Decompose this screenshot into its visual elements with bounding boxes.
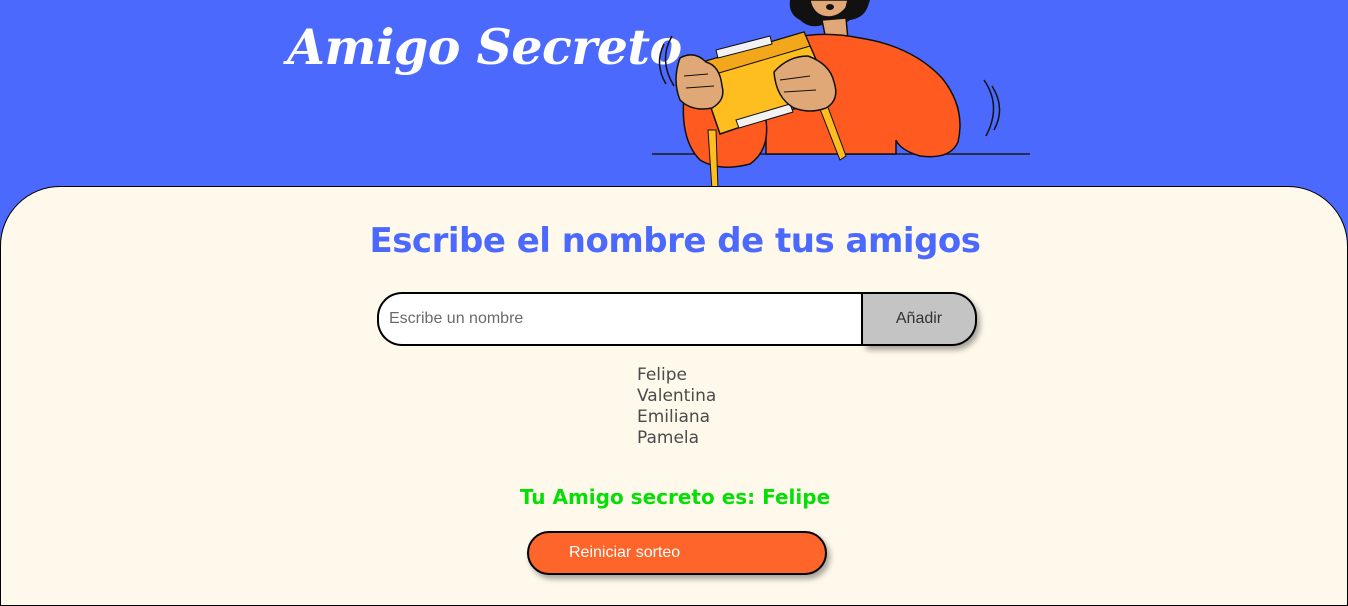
header: Amigo Secreto (0, 0, 1348, 200)
name-input[interactable] (377, 292, 864, 346)
list-item: Emiliana (637, 407, 711, 427)
list-item: Felipe (637, 365, 688, 385)
gift-box-illustration (652, 0, 1030, 190)
app-title: Amigo Secreto (287, 18, 682, 76)
section-title: Escribe el nombre de tus amigos (369, 221, 981, 261)
reset-draw-button[interactable]: Reiniciar sorteo (527, 531, 827, 575)
list-item: Pamela (637, 428, 700, 448)
secret-friend-result: Tu Amigo secreto es: Felipe (519, 485, 831, 509)
list-item: Valentina (637, 386, 717, 406)
friends-list: Felipe Valentina Emiliana Pamela (637, 365, 716, 449)
name-input-group: Añadir (377, 292, 977, 346)
main-panel: Escribe el nombre de tus amigos Añadir F… (0, 186, 1348, 606)
add-button[interactable]: Añadir (863, 292, 977, 346)
